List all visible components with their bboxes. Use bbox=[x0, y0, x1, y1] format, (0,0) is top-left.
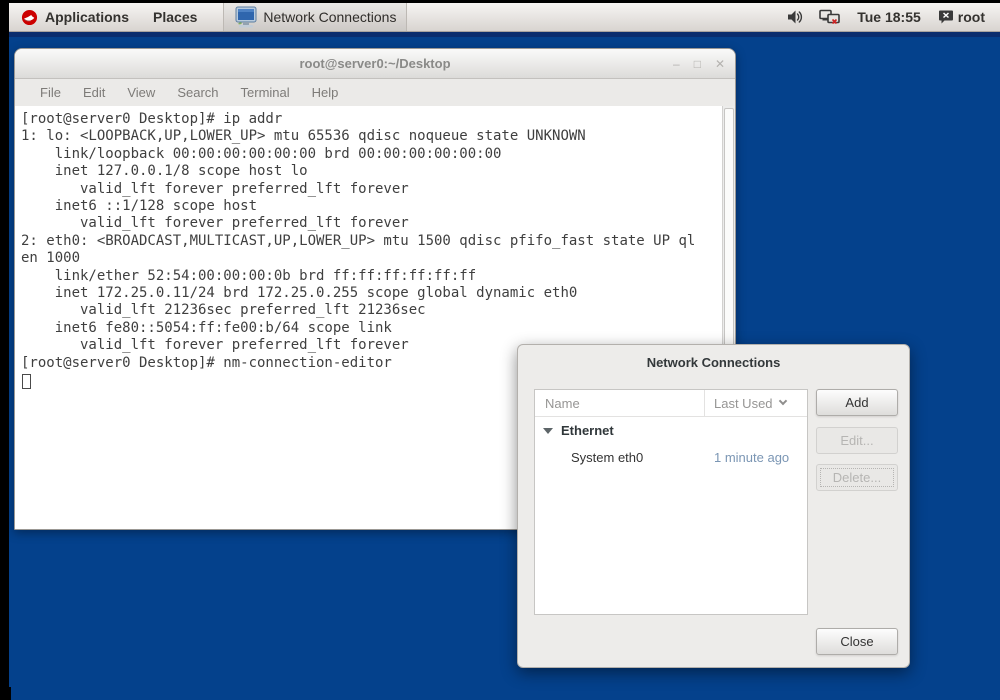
last-used-column-label: Last Used bbox=[714, 395, 773, 411]
add-button[interactable]: Add bbox=[816, 389, 898, 416]
panel-left-section: Applications Places Network Connections bbox=[9, 3, 408, 31]
terminal-cursor bbox=[22, 374, 31, 390]
places-menu[interactable]: Places bbox=[141, 3, 209, 31]
network-status-icon bbox=[819, 9, 841, 25]
terminal-title: root@server0:~/Desktop bbox=[299, 56, 451, 71]
desktop: Applications Places Network Connections … bbox=[0, 0, 1000, 700]
name-column-label: Name bbox=[545, 395, 580, 411]
applications-menu[interactable]: Applications bbox=[9, 3, 141, 31]
screen-edge-top bbox=[0, 0, 1000, 3]
menu-help[interactable]: Help bbox=[301, 85, 350, 100]
menu-file[interactable]: File bbox=[29, 85, 72, 100]
connection-name: System eth0 bbox=[571, 449, 644, 465]
last-used-column-header[interactable]: Last Used bbox=[705, 395, 787, 411]
terminal-window-controls: ‒ □ ✕ bbox=[673, 58, 725, 70]
terminal-titlebar[interactable]: root@server0:~/Desktop ‒ □ ✕ bbox=[15, 49, 735, 79]
dialog-title: Network Connections bbox=[646, 355, 781, 370]
volume-icon bbox=[787, 9, 805, 25]
desktop-shadow-band bbox=[9, 32, 1000, 37]
connection-last-used: 1 minute ago bbox=[714, 449, 790, 465]
menu-view[interactable]: View bbox=[116, 85, 166, 100]
sort-chevron-down-icon bbox=[778, 396, 787, 406]
close-button[interactable]: Close bbox=[816, 628, 898, 655]
close-icon[interactable]: ✕ bbox=[715, 58, 725, 70]
connections-list[interactable]: Name Last Used Ethernet System eth0 1 mi… bbox=[534, 389, 808, 615]
places-menu-label: Places bbox=[153, 9, 198, 25]
screen-edge-left bbox=[0, 0, 9, 700]
minimize-icon[interactable]: ‒ bbox=[673, 58, 680, 70]
username-label: root bbox=[957, 9, 985, 25]
ethernet-group-row[interactable]: Ethernet bbox=[535, 417, 807, 444]
redhat-logo-icon bbox=[21, 9, 38, 26]
top-panel: Applications Places Network Connections … bbox=[9, 3, 1000, 32]
menu-edit[interactable]: Edit bbox=[72, 85, 116, 100]
panel-right-section: Tue 18:55 root bbox=[780, 3, 1000, 31]
delete-button: Delete... bbox=[816, 464, 898, 491]
terminal-menubar: File Edit View Search Terminal Help bbox=[15, 79, 735, 106]
window-monitor-icon bbox=[234, 5, 258, 29]
menu-search[interactable]: Search bbox=[166, 85, 229, 100]
terminal-scrollbar-thumb[interactable] bbox=[724, 108, 734, 358]
taskbar-window-label: Network Connections bbox=[263, 9, 397, 25]
network-connections-dialog: Network Connections Name Last Used Ether… bbox=[517, 344, 910, 668]
user-session-applet[interactable]: root bbox=[931, 3, 992, 31]
edit-button: Edit... bbox=[816, 427, 898, 454]
chat-bubble-icon bbox=[938, 9, 954, 25]
clock[interactable]: Tue 18:55 bbox=[847, 9, 931, 25]
menu-terminal[interactable]: Terminal bbox=[230, 85, 301, 100]
ethernet-group-label: Ethernet bbox=[561, 423, 614, 438]
maximize-icon[interactable]: □ bbox=[694, 58, 701, 70]
connection-row[interactable]: System eth0 1 minute ago bbox=[535, 444, 807, 470]
taskbar-window-button[interactable]: Network Connections bbox=[223, 3, 408, 31]
connections-list-header: Name Last Used bbox=[535, 390, 807, 417]
volume-applet[interactable] bbox=[780, 3, 812, 31]
applications-menu-label: Applications bbox=[45, 9, 130, 25]
terminal-output: [root@server0 Desktop]# ip addr 1: lo: <… bbox=[21, 111, 696, 371]
network-status-applet[interactable] bbox=[812, 3, 847, 31]
screen-edge-corner bbox=[0, 687, 11, 700]
name-column-header[interactable]: Name bbox=[535, 390, 705, 416]
expander-icon[interactable] bbox=[543, 427, 553, 434]
